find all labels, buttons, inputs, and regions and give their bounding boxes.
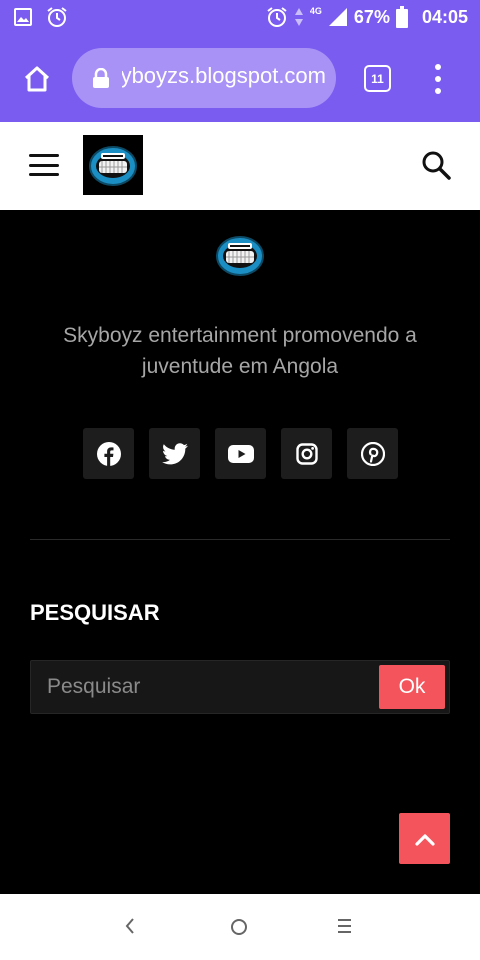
facebook-button[interactable] — [83, 428, 134, 479]
search-input[interactable] — [31, 661, 371, 713]
footer-divider — [30, 539, 450, 540]
search-widget-title: PESQUISAR — [30, 600, 160, 625]
pinterest-button[interactable] — [347, 428, 398, 479]
signal-icon — [328, 7, 348, 27]
site-header — [0, 122, 480, 210]
battery-icon — [395, 6, 408, 28]
clock: 04:05 — [421, 6, 468, 27]
search-form: Ok — [30, 660, 450, 714]
instagram-button[interactable] — [281, 428, 332, 479]
tabs-button[interactable]: 11 — [364, 65, 391, 92]
overflow-menu-icon[interactable] — [428, 64, 448, 94]
browser-toolbar: skyboyzs.blogspot.com 11 — [0, 38, 480, 122]
search-icon — [422, 151, 451, 180]
site-logo[interactable] — [83, 135, 143, 195]
facebook-icon — [96, 441, 121, 466]
url-text: skyboyzs.blogspot.com — [122, 63, 326, 88]
data-arrows-icon — [294, 7, 304, 27]
search-button[interactable] — [420, 149, 452, 181]
back-icon[interactable] — [125, 918, 135, 934]
youtube-button[interactable] — [215, 428, 266, 479]
youtube-icon — [227, 444, 254, 463]
recent-apps-icon[interactable] — [338, 919, 351, 933]
twitter-button[interactable] — [149, 428, 200, 479]
alarm-icon — [266, 6, 288, 28]
address-bar[interactable]: skyboyzs.blogspot.com — [72, 48, 336, 108]
social-links — [83, 428, 398, 479]
footer: Skyboyz entertainment promovendo a juven… — [0, 210, 480, 894]
footer-logo — [214, 230, 266, 280]
back-to-top-button[interactable] — [399, 813, 450, 864]
image-icon — [14, 8, 32, 26]
twitter-icon — [161, 442, 188, 464]
home-icon — [24, 66, 50, 92]
home-button[interactable] — [18, 60, 56, 98]
status-bar: 4G 67% 04:05 — [0, 0, 480, 38]
search-submit-button[interactable]: Ok — [379, 665, 445, 709]
battery-percent: 67% — [353, 6, 390, 27]
hamburger-menu-icon[interactable] — [29, 154, 59, 176]
lock-icon — [92, 67, 110, 93]
chevron-up-icon — [414, 833, 435, 846]
tab-count: 11 — [371, 71, 384, 86]
system-nav-bar — [0, 894, 480, 960]
network-type: 4G — [309, 6, 322, 16]
alarm-icon — [46, 6, 68, 28]
home-nav-icon[interactable] — [231, 919, 247, 935]
instagram-icon — [295, 442, 318, 465]
pinterest-icon — [360, 441, 385, 466]
about-text: Skyboyz entertainment promovendo a juven… — [63, 324, 417, 378]
